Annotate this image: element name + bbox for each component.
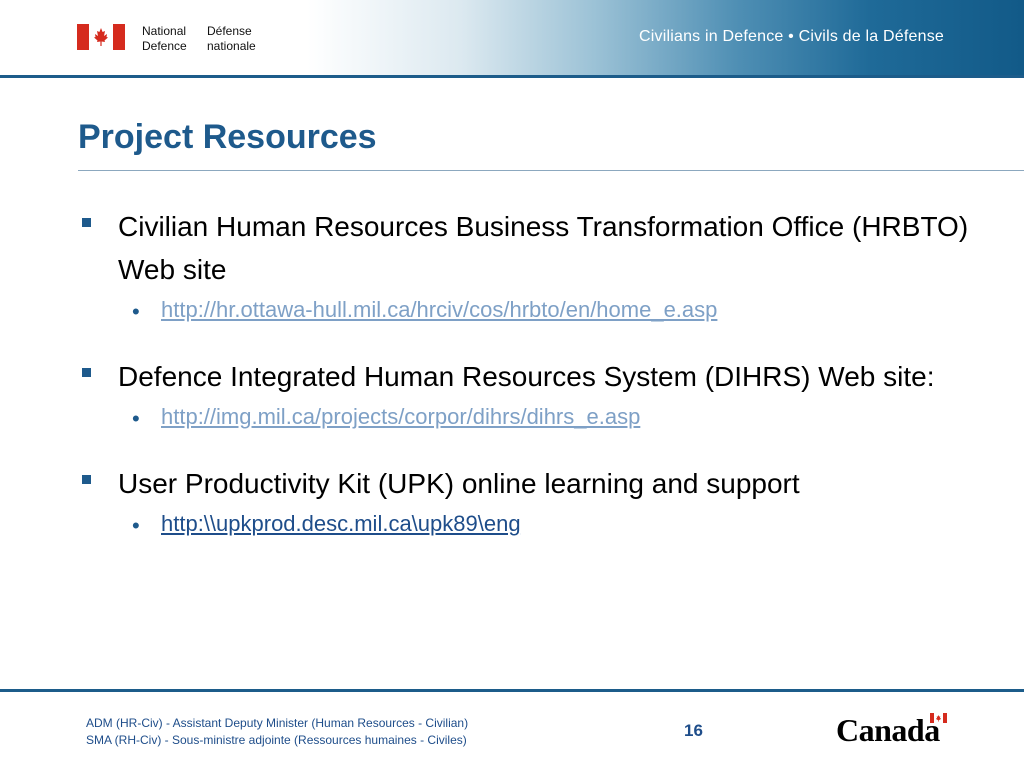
square-bullet-icon — [82, 368, 91, 377]
canada-flag-icon — [77, 24, 125, 50]
dot-bullet-icon: • — [132, 299, 140, 324]
square-bullet-icon — [82, 475, 91, 484]
upk-link[interactable]: http:\\upkprod.desc.mil.ca\upk89\eng — [161, 511, 521, 536]
signature-fr-line1: Défense — [207, 24, 252, 38]
footer-divider — [0, 689, 1024, 692]
header-tagline: Civilians in Defence • Civils de la Défe… — [639, 28, 944, 45]
signature-en-line1: National — [142, 24, 187, 38]
signature-english: National Defence — [142, 24, 187, 54]
header-divider — [0, 75, 1024, 78]
slide-title: Project Resources — [78, 118, 377, 156]
dihrs-link[interactable]: http://img.mil.ca/projects/corpor/dihrs/… — [161, 404, 640, 429]
resource-sub-item: • http:\\upkprod.desc.mil.ca\upk89\eng — [118, 511, 978, 538]
resource-item-dihrs: Defence Integrated Human Resources Syste… — [78, 355, 978, 431]
resource-item-text: Defence Integrated Human Resources Syste… — [118, 361, 935, 392]
page-number: 16 — [684, 721, 703, 740]
footer-line-french: SMA (RH-Civ) - Sous-ministre adjointe (R… — [86, 733, 467, 747]
wordmark-flag-icon — [930, 713, 947, 723]
dot-bullet-icon: • — [132, 406, 140, 431]
resource-list: Civilian Human Resources Business Transf… — [78, 205, 978, 538]
signature-fr-line2: nationale — [207, 39, 256, 53]
dot-bullet-icon: • — [132, 513, 140, 538]
canada-wordmark: Canada — [836, 712, 940, 748]
resource-item-upk: User Productivity Kit (UPK) online learn… — [78, 462, 978, 538]
resource-sub-item: • http://hr.ottawa-hull.mil.ca/hrciv/cos… — [118, 297, 978, 324]
hrbto-link[interactable]: http://hr.ottawa-hull.mil.ca/hrciv/cos/h… — [161, 297, 717, 322]
title-divider — [78, 170, 1024, 171]
square-bullet-icon — [82, 218, 91, 227]
resource-sub-item: • http://img.mil.ca/projects/corpor/dihr… — [118, 404, 978, 431]
signature-en-line2: Defence — [142, 39, 187, 53]
resource-item-hrbto: Civilian Human Resources Business Transf… — [78, 205, 978, 324]
footer-line-english: ADM (HR-Civ) - Assistant Deputy Minister… — [86, 716, 469, 730]
resource-item-text: Civilian Human Resources Business Transf… — [118, 211, 969, 285]
footer-caption: ADM (HR-Civ) - Assistant Deputy Minister… — [86, 715, 468, 749]
resource-item-text: User Productivity Kit (UPK) online learn… — [118, 468, 800, 499]
signature-french: Défense nationale — [207, 24, 256, 54]
